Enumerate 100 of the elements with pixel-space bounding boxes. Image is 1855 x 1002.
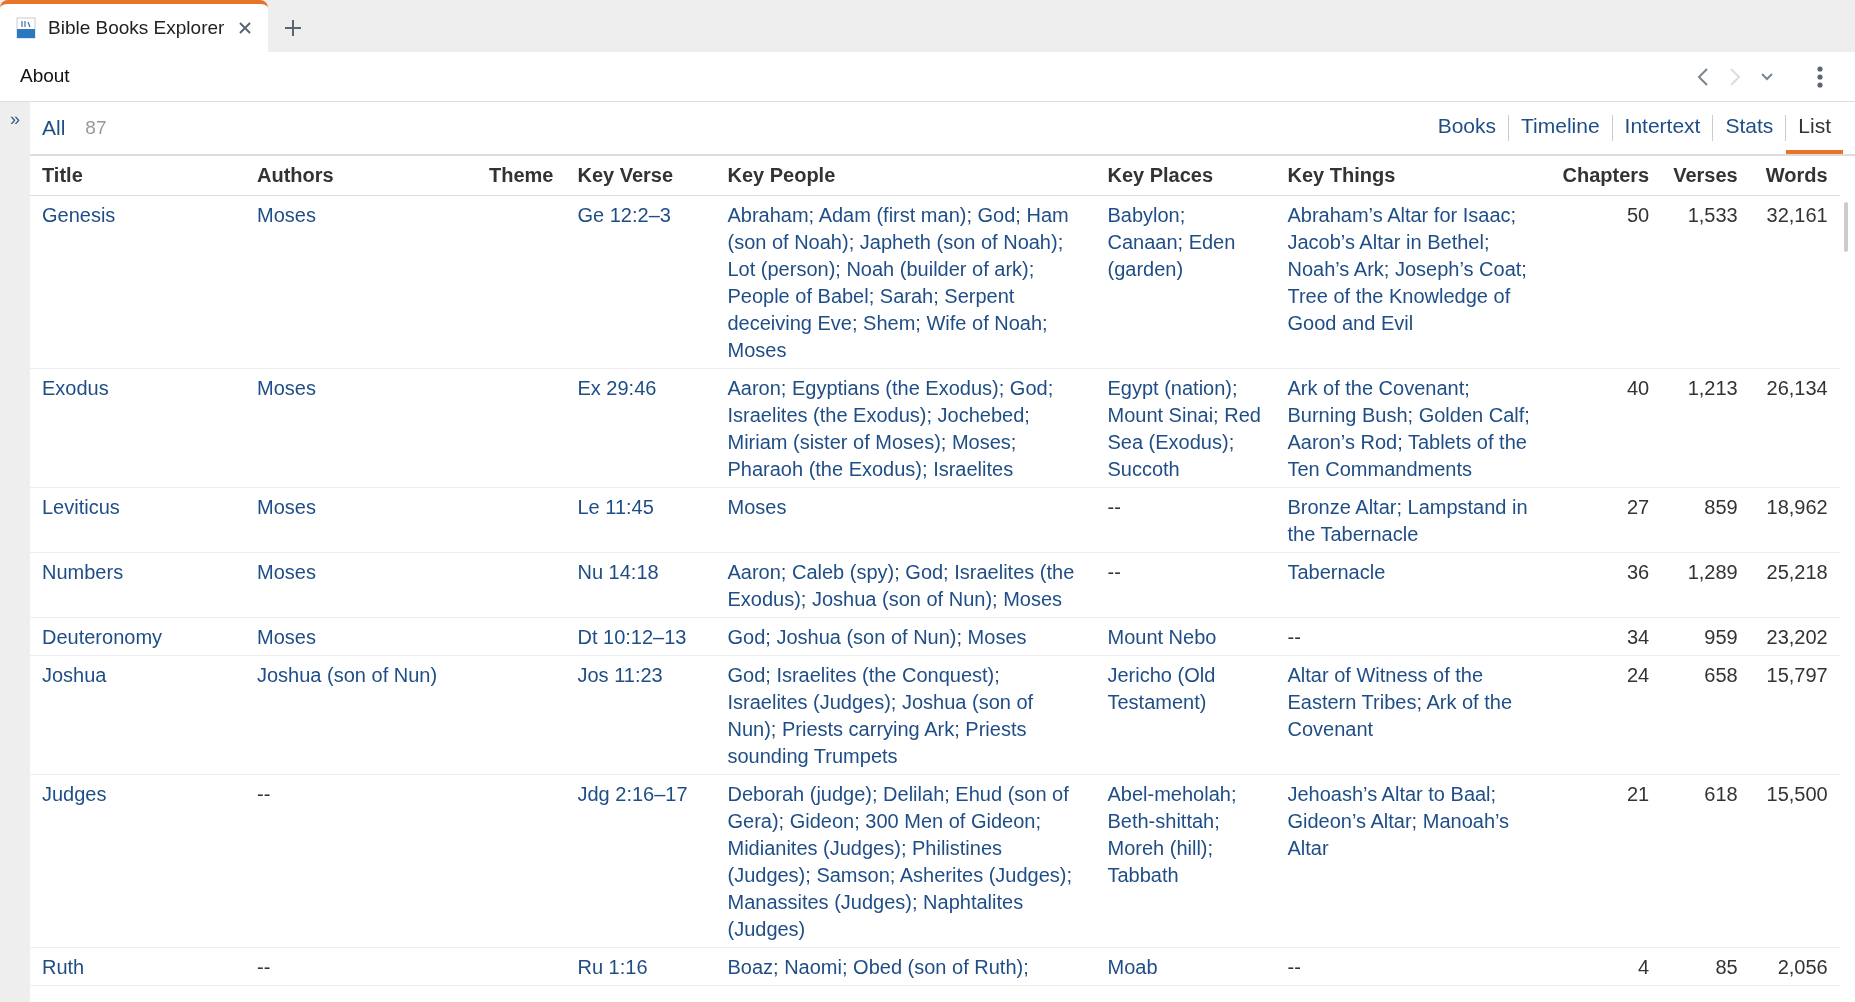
chapters-cell: 50: [1550, 195, 1662, 369]
things-cell[interactable]: Ark of the Covenant; Burning Bush; Golden Calf; Aaron’s Rod; Tablets of the Ten Commandments: [1275, 368, 1551, 488]
title-cell[interactable]: Genesis: [30, 195, 245, 369]
verses-cell: 85: [1661, 947, 1750, 986]
verses-cell: 1,289: [1661, 552, 1750, 618]
chapters-cell: 21: [1550, 774, 1662, 948]
verses-cell: 859: [1661, 487, 1750, 553]
things-cell: --: [1275, 947, 1551, 986]
verse-link[interactable]: Ge 12:2–3: [565, 195, 716, 369]
chapters-cell: 24: [1550, 655, 1662, 775]
places-cell: --: [1095, 552, 1276, 618]
things-cell[interactable]: Altar of Witness of the Eastern Tribes; Ark of the Covenant: [1275, 655, 1551, 775]
title-cell[interactable]: Ruth: [30, 947, 245, 986]
view-tab[interactable]: Stats: [1713, 102, 1786, 154]
scrollbar[interactable]: [1843, 202, 1848, 252]
close-icon[interactable]: [238, 21, 252, 35]
view-tab[interactable]: Books: [1425, 102, 1508, 154]
places-cell[interactable]: Egypt (nation); Mount Sinai; Red Sea (Exodus); Succoth: [1095, 368, 1276, 488]
verses-cell: 1,533: [1661, 195, 1750, 369]
chapters-cell: 34: [1550, 617, 1662, 656]
title-cell[interactable]: Deuteronomy: [30, 617, 245, 656]
column-header[interactable]: Words: [1749, 156, 1840, 196]
people-cell[interactable]: Aaron; Caleb (spy); God; Israelites (the Exodus); Joshua (son of Nun); Moses: [715, 552, 1096, 618]
places-cell[interactable]: Mount Nebo: [1095, 617, 1276, 656]
places-cell: --: [1095, 487, 1276, 553]
places-cell[interactable]: Moab: [1095, 947, 1276, 986]
column-header[interactable]: Key People: [715, 156, 1096, 196]
view-tab[interactable]: List: [1786, 102, 1843, 154]
verse-link[interactable]: Jdg 2:16–17: [565, 774, 716, 948]
column-header[interactable]: Key Verse: [565, 156, 716, 196]
places-cell[interactable]: Abel-meholah; Beth-shittah; Moreh (hill); Tabbath: [1095, 774, 1276, 948]
people-cell[interactable]: Boaz; Naomi; Obed (son of Ruth);: [715, 947, 1096, 986]
words-cell: 26,134: [1749, 368, 1840, 488]
column-header[interactable]: Theme: [477, 156, 566, 196]
things-cell[interactable]: Bronze Altar; Lampstand in the Tabernacle: [1275, 487, 1551, 553]
things-cell: --: [1275, 617, 1551, 656]
words-cell: 32,161: [1749, 195, 1840, 369]
author-cell: --: [245, 947, 477, 986]
verses-cell: 658: [1661, 655, 1750, 775]
verse-link[interactable]: Ex 29:46: [565, 368, 716, 488]
plus-icon[interactable]: [284, 19, 302, 37]
verse-link[interactable]: Jos 11:23: [565, 655, 716, 775]
count-label: 87: [85, 115, 107, 140]
chapters-cell: 36: [1550, 552, 1662, 618]
people-cell[interactable]: Deborah (judge); Delilah; Ehud (son of Gera); Gideon; 300 Men of Gideon; Midianites (Judges); Philistines (Judges); Samson; Asherites (Judges); Manassites (Judges); Naphtalites (Judges): [715, 774, 1096, 948]
title-cell[interactable]: Joshua: [30, 655, 245, 775]
column-header[interactable]: Key Places: [1095, 156, 1276, 196]
view-tab[interactable]: Intertext: [1612, 102, 1713, 154]
column-header[interactable]: Key Things: [1275, 156, 1551, 196]
words-cell: 23,202: [1749, 617, 1840, 656]
chapters-cell: 27: [1550, 487, 1662, 553]
people-cell[interactable]: God; Joshua (son of Nun); Moses: [715, 617, 1096, 656]
verse-link[interactable]: Ru 1:16: [565, 947, 716, 986]
column-header[interactable]: Authors: [245, 156, 477, 196]
author-cell[interactable]: Moses: [245, 368, 477, 488]
all-filter[interactable]: All: [42, 112, 66, 144]
things-cell[interactable]: Tabernacle: [1275, 552, 1551, 618]
verse-link[interactable]: Dt 10:12–13: [565, 617, 716, 656]
author-cell[interactable]: Moses: [245, 487, 477, 553]
verse-link[interactable]: Nu 14:18: [565, 552, 716, 618]
title-cell[interactable]: Numbers: [30, 552, 245, 618]
author-cell[interactable]: Moses: [245, 617, 477, 656]
back-icon[interactable]: [1697, 66, 1709, 87]
tab-title: Bible Books Explorer: [48, 15, 225, 40]
verses-cell: 618: [1661, 774, 1750, 948]
column-header[interactable]: Verses: [1661, 156, 1750, 196]
places-cell[interactable]: Jericho (Old Testament): [1095, 655, 1276, 775]
column-header[interactable]: Chapters: [1550, 156, 1662, 196]
view-tab[interactable]: Timeline: [1509, 102, 1612, 154]
words-cell: 25,218: [1749, 552, 1840, 618]
about-label[interactable]: About: [20, 62, 70, 91]
verse-link[interactable]: Le 11:45: [565, 487, 716, 553]
title-cell[interactable]: Judges: [30, 774, 245, 948]
book-icon: [16, 17, 36, 39]
people-cell[interactable]: Aaron; Egyptians (the Exodus); God; Israelites (the Exodus); Jochebed; Miriam (sister of Moses); Moses; Pharaoh (the Exodus); Israelites: [715, 368, 1096, 488]
author-cell[interactable]: Joshua (son of Nun): [245, 655, 477, 775]
title-cell[interactable]: Exodus: [30, 368, 245, 488]
words-cell: 18,962: [1749, 487, 1840, 553]
verses-cell: 959: [1661, 617, 1750, 656]
things-cell[interactable]: Jehoash’s Altar to Baal; Gideon’s Altar; Manoah’s Altar: [1275, 774, 1551, 948]
author-cell: --: [245, 774, 477, 948]
verses-cell: 1,213: [1661, 368, 1750, 488]
author-cell[interactable]: Moses: [245, 552, 477, 618]
things-cell[interactable]: Abraham’s Altar for Isaac; Jacob’s Altar in Bethel; Noah’s Ark; Joseph’s Coat; Tree of the Knowledge of Good and Evil: [1275, 195, 1551, 369]
more-icon[interactable]: [1817, 65, 1823, 88]
people-cell[interactable]: God; Israelites (the Conquest); Israelites (Judges); Joshua (son of Nun); Priests carrying Ark; Priests sounding Trumpets: [715, 655, 1096, 775]
chapters-cell: 40: [1550, 368, 1662, 488]
places-cell[interactable]: Babylon; Canaan; Eden (garden): [1095, 195, 1276, 369]
words-cell: 15,500: [1749, 774, 1840, 948]
expand-sidebar-button[interactable]: »: [10, 110, 20, 128]
words-cell: 15,797: [1749, 655, 1840, 775]
author-cell[interactable]: Moses: [245, 195, 477, 369]
people-cell[interactable]: Abraham; Adam (first man); God; Ham (son of Noah); Japheth (son of Noah); Lot (person); Noah (builder of ark); People of Babel; Sarah; Serpent deceiving Eve; Shem; Wife of Noah; Moses: [715, 195, 1096, 369]
words-cell: 2,056: [1749, 947, 1840, 986]
title-cell[interactable]: Leviticus: [30, 487, 245, 553]
column-header[interactable]: Title: [30, 156, 245, 196]
browser-tab[interactable]: Bible Books Explorer: [0, 0, 268, 52]
chapters-cell: 4: [1550, 947, 1662, 986]
people-cell[interactable]: Moses: [715, 487, 1096, 553]
chevron-down-icon[interactable]: [1761, 72, 1773, 81]
